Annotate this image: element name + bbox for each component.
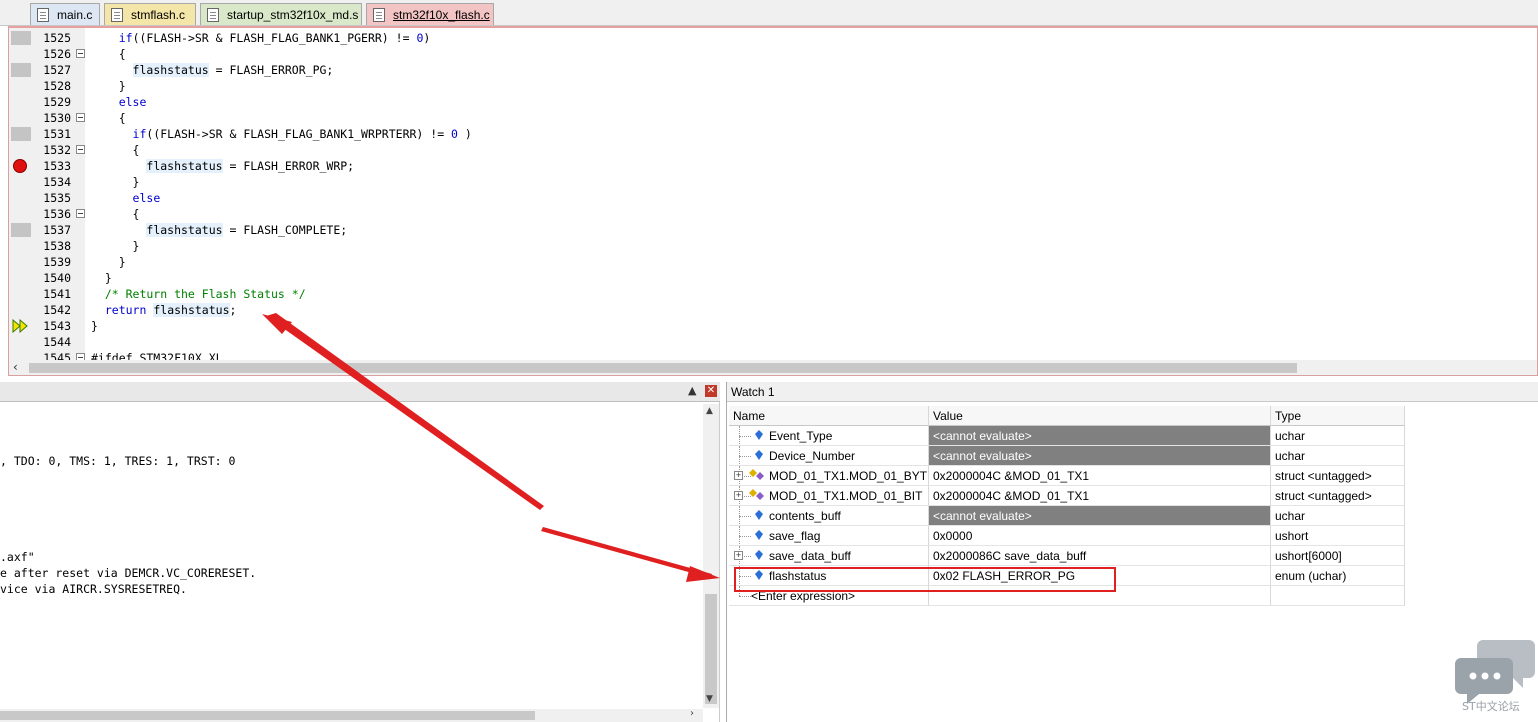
arrow-to-watch-head xyxy=(686,566,720,582)
watermark-text: ST中文论坛 xyxy=(1462,700,1520,713)
annotation-arrows xyxy=(262,313,720,582)
arrow-to-watch xyxy=(541,527,712,578)
arrow-to-code xyxy=(266,313,544,510)
